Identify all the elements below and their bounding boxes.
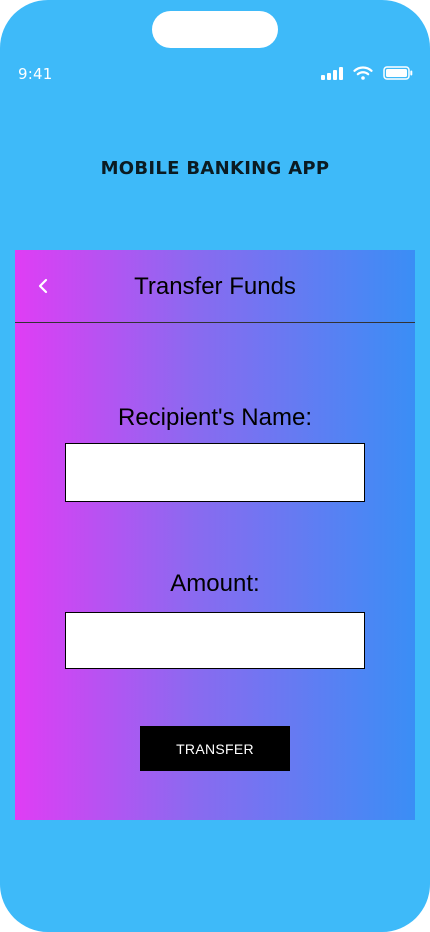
battery-icon (383, 66, 413, 80)
amount-input[interactable] (65, 612, 365, 669)
recipient-name-label: Recipient's Name: (118, 404, 312, 431)
app-title: MOBILE BANKING APP (100, 158, 330, 179)
phone-frame: 9:41 MOBILE BANKING APP Transfer Funds R… (0, 0, 430, 932)
transfer-card: Transfer Funds Recipient's Name: Amount:… (15, 250, 415, 820)
page-title: Transfer Funds (134, 273, 296, 300)
status-icons (321, 66, 413, 80)
wifi-icon (353, 66, 373, 80)
amount-label: Amount: (170, 570, 260, 597)
recipient-name-input[interactable] (65, 443, 365, 502)
signal-bars-icon (321, 66, 343, 80)
status-time: 9:41 (18, 65, 53, 83)
card-header: Transfer Funds (15, 250, 415, 323)
transfer-button[interactable]: TRANSFER (140, 726, 290, 771)
dynamic-island (152, 11, 278, 48)
